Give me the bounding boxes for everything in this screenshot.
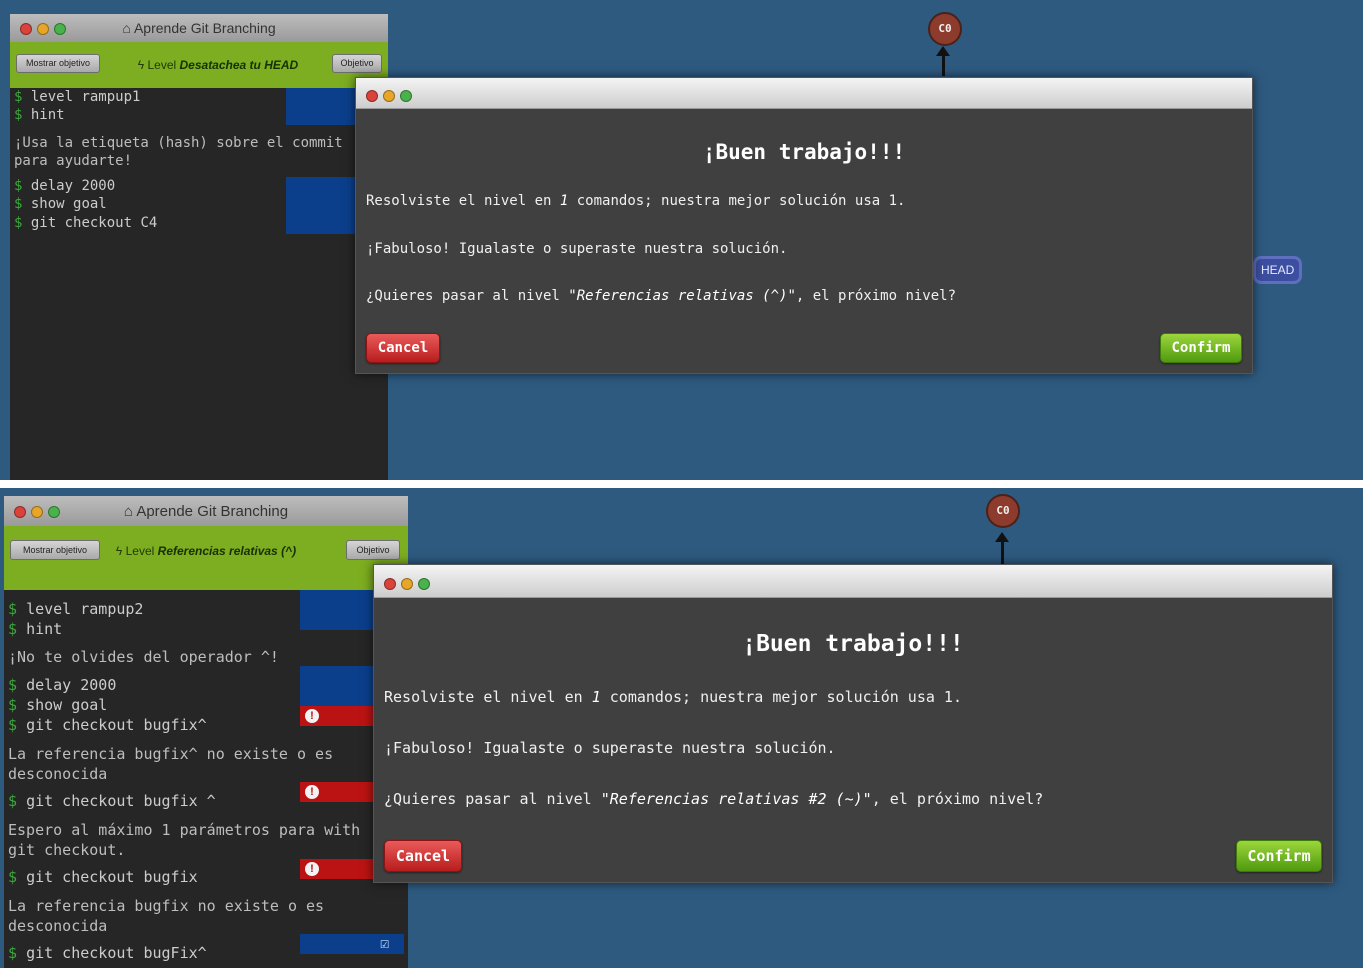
app-title: ⌂ Aprende Git Branching bbox=[4, 503, 408, 520]
cancel-button[interactable]: Cancel bbox=[366, 333, 440, 363]
terminal-command: $ git checkout bugfix^ bbox=[8, 716, 207, 734]
app-title-text: Aprende Git Branching bbox=[133, 20, 276, 36]
commit-node-c0[interactable]: C0 bbox=[928, 12, 962, 46]
terminal-command: $ git checkout bugFix^ bbox=[8, 944, 207, 962]
checkbox-checked-icon: ☑ bbox=[380, 934, 390, 952]
level-prefix: Level bbox=[147, 58, 177, 72]
bolt-icon: ϟ bbox=[115, 544, 123, 558]
terminal-command: $ git checkout bugfix bbox=[8, 868, 198, 886]
level-complete-dialog: ¡Buen trabajo!!! Resolviste el nivel en … bbox=[355, 77, 1253, 374]
terminal-command: $ git checkout bugfix ^ bbox=[8, 792, 216, 810]
commit-arrow bbox=[942, 56, 945, 76]
dialog-result-line: Resolviste el nivel en 1 comandos; nuest… bbox=[366, 193, 906, 209]
terminal-command: $ level rampup1 bbox=[14, 89, 141, 105]
command-text: show goal bbox=[30, 196, 107, 212]
terminal-command: $ level rampup2 bbox=[8, 600, 144, 618]
dialog-praise-line: ¡Fabuloso! Igualaste o superaste nuestra… bbox=[366, 241, 788, 257]
app-title-text: Aprende Git Branching bbox=[136, 503, 289, 520]
terminal-command: $ show goal bbox=[14, 196, 107, 212]
dialog-titlebar bbox=[374, 565, 1332, 598]
terminal-command: $ git checkout C4 bbox=[14, 215, 158, 231]
show-goal-button[interactable]: Mostrar objetivo bbox=[10, 540, 100, 560]
level-name-text: Desatachea tu HEAD bbox=[179, 58, 299, 72]
terminal-command: $ hint bbox=[8, 620, 63, 638]
confirm-button[interactable]: Confirm bbox=[1236, 840, 1322, 872]
level-name: ϟ Level Referencias relativas (^) bbox=[108, 544, 304, 559]
command-text: hint bbox=[30, 107, 65, 123]
terminal-command: $ delay 2000 bbox=[8, 676, 117, 694]
window-controls bbox=[366, 87, 417, 106]
terminal-message: ¡No te olvides del operador ^! bbox=[8, 648, 279, 666]
arrow-head bbox=[936, 46, 950, 56]
command-status-block bbox=[300, 590, 374, 630]
show-goal-button[interactable]: Mostrar objetivo bbox=[16, 54, 100, 73]
terminal-message: ¡Usa la etiqueta (hash) sobre el commit … bbox=[14, 135, 343, 169]
terminal-message: La referencia bugfix no existe o es desc… bbox=[8, 897, 325, 935]
commit-node-c0[interactable]: C0 bbox=[986, 494, 1020, 528]
maximize-dot-icon[interactable] bbox=[400, 90, 412, 102]
close-dot-icon[interactable] bbox=[366, 90, 378, 102]
dialog-praise-line: ¡Fabuloso! Igualaste o superaste nuestra… bbox=[384, 739, 836, 757]
command-text: hint bbox=[26, 620, 63, 638]
window-controls bbox=[384, 575, 435, 594]
head-ref-tag[interactable]: HEAD bbox=[1253, 256, 1303, 284]
terminal-command: $ delay 2000 bbox=[14, 178, 116, 194]
command-text: delay 2000 bbox=[26, 676, 117, 694]
terminal-command: $ hint bbox=[14, 107, 65, 123]
level-prefix: Level bbox=[125, 544, 155, 558]
commit-arrow bbox=[1001, 542, 1004, 564]
app-title: ⌂ Aprende Git Branching bbox=[10, 20, 388, 36]
command-text: git checkout bugfix bbox=[26, 868, 198, 886]
maximize-dot-icon[interactable] bbox=[418, 578, 430, 590]
command-text: show goal bbox=[26, 696, 108, 714]
bolt-icon: ϟ bbox=[137, 58, 145, 72]
error-icon: ! bbox=[305, 785, 319, 799]
command-text: git checkout C4 bbox=[30, 215, 158, 231]
dialog-next-level-line: ¿Quieres pasar al nivel "Referencias rel… bbox=[366, 288, 957, 304]
objective-button[interactable]: Objetivo bbox=[332, 54, 382, 73]
terminal-window: ⌂ Aprende Git Branching Mostrar objetivo… bbox=[10, 14, 388, 480]
level-complete-dialog: ¡Buen trabajo!!! Resolviste el nivel en … bbox=[373, 564, 1333, 883]
command-text: level rampup2 bbox=[26, 600, 144, 618]
level-panel-1: C0 HEAD ⌂ Aprende Git Branching Mostrar … bbox=[0, 0, 1363, 480]
level-name-text: Referencias relativas (^) bbox=[157, 544, 297, 558]
level-name: ϟ Level Desatachea tu HEAD bbox=[108, 58, 328, 72]
level-panel-2: C0 ⌂ Aprende Git Branching Mostrar objet… bbox=[0, 488, 1363, 968]
command-text: git checkout bugFix^ bbox=[26, 944, 207, 962]
level-bar: Mostrar objetivo ϟ Level Desatachea tu H… bbox=[10, 42, 388, 88]
dialog-result-line: Resolviste el nivel en 1 comandos; nuest… bbox=[384, 688, 962, 706]
objective-button[interactable]: Objetivo bbox=[346, 540, 400, 560]
command-text: level rampup1 bbox=[30, 89, 141, 105]
terminal-message: Espero al máximo 1 parámetros para with … bbox=[8, 821, 361, 859]
home-icon: ⌂ bbox=[123, 503, 133, 520]
dialog-title: ¡Buen trabajo!!! bbox=[702, 140, 906, 164]
terminal-titlebar: ⌂ Aprende Git Branching bbox=[4, 496, 408, 526]
terminal-titlebar: ⌂ Aprende Git Branching bbox=[10, 14, 388, 42]
command-text: git checkout bugfix^ bbox=[26, 716, 207, 734]
error-icon: ! bbox=[305, 862, 319, 876]
dialog-title: ¡Buen trabajo!!! bbox=[742, 631, 964, 657]
terminal-message: La referencia bugfix^ no existe o es des… bbox=[8, 745, 334, 783]
home-icon: ⌂ bbox=[122, 20, 131, 36]
command-status-block bbox=[286, 177, 358, 234]
arrow-head bbox=[995, 532, 1009, 542]
command-text: git checkout bugfix ^ bbox=[26, 792, 216, 810]
dialog-next-level-line: ¿Quieres pasar al nivel "Referencias rel… bbox=[384, 790, 1044, 808]
close-dot-icon[interactable] bbox=[384, 578, 396, 590]
error-icon: ! bbox=[305, 709, 319, 723]
command-status-block bbox=[286, 88, 358, 125]
confirm-button[interactable]: Confirm bbox=[1160, 333, 1242, 363]
level-bar: Mostrar objetivo ϟ Level Referencias rel… bbox=[4, 526, 408, 590]
minimize-dot-icon[interactable] bbox=[401, 578, 413, 590]
terminal-command: $ show goal bbox=[8, 696, 108, 714]
command-text: delay 2000 bbox=[30, 178, 116, 194]
dialog-titlebar bbox=[356, 78, 1252, 109]
command-status-block bbox=[300, 666, 374, 706]
terminal-window: ⌂ Aprende Git Branching Mostrar objetivo… bbox=[4, 496, 408, 968]
cancel-button[interactable]: Cancel bbox=[384, 840, 462, 872]
minimize-dot-icon[interactable] bbox=[383, 90, 395, 102]
